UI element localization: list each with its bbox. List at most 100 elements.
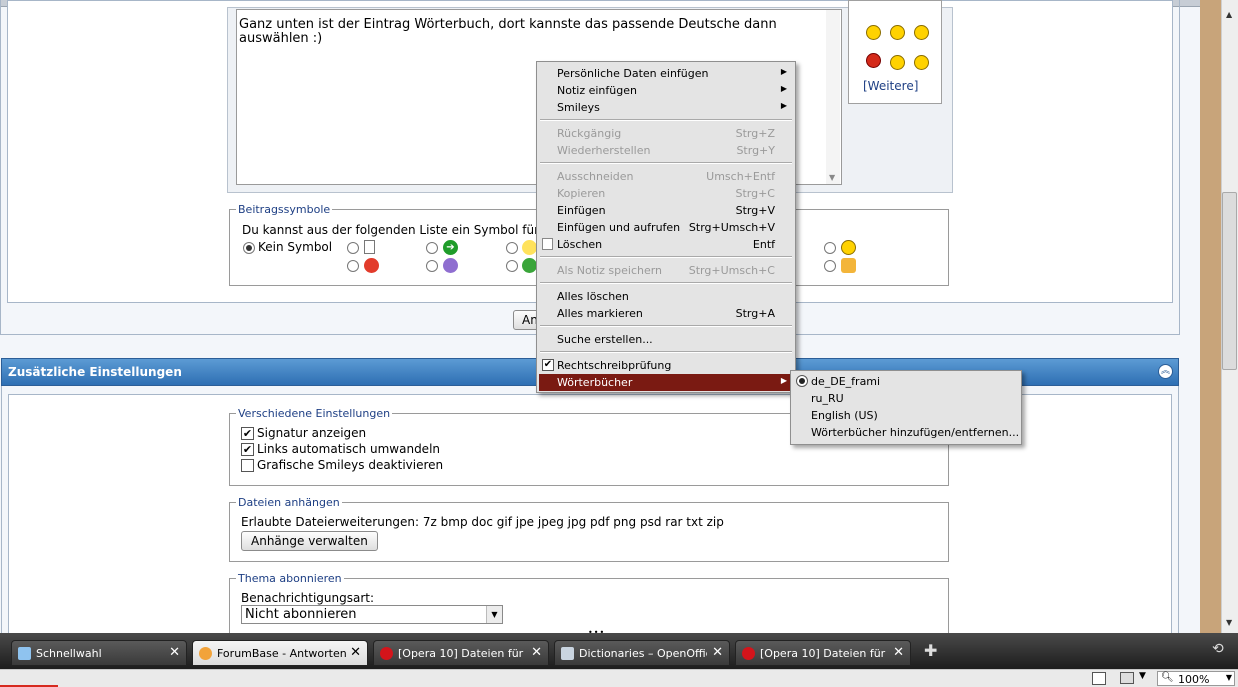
zoom-control[interactable]: 🔍︎ 100% ▼: [1157, 671, 1235, 686]
manage-attachments-label: Anhänge verwalten: [251, 534, 368, 548]
dict-item-label: English (US): [811, 409, 878, 422]
opera-icon: [380, 647, 393, 660]
tab-label: Dictionaries – OpenOffic...: [579, 647, 707, 660]
section-title: Zusätzliche Einstellungen: [8, 365, 182, 379]
cool-smiley-icon[interactable]: [890, 25, 905, 40]
menu-item-select-all[interactable]: Alles markieren Strg+A: [539, 305, 793, 322]
close-icon[interactable]: ✕: [350, 645, 361, 660]
menu-item-spellcheck[interactable]: ✔ Rechtschreibprüfung: [539, 357, 793, 374]
dict-item-ru-ru[interactable]: ru_RU: [793, 390, 1019, 407]
menu-item-paste-and-go[interactable]: Einfügen und aufrufen Strg+Umsch+V: [539, 219, 793, 236]
icon-radio[interactable]: [824, 242, 836, 254]
scroll-down-icon[interactable]: ▼: [829, 173, 835, 182]
close-icon[interactable]: ✕: [712, 645, 723, 660]
menu-separator: [540, 351, 792, 353]
status-bar: ▼ 🔍︎ 100% ▼: [0, 669, 1238, 687]
menu-item-label: Persönliche Daten einfügen: [557, 67, 709, 80]
signature-checkbox[interactable]: ✔: [241, 427, 254, 440]
new-tab-icon[interactable]: ✚: [924, 641, 937, 660]
more-smilies-link[interactable]: [Weitere]: [863, 79, 918, 93]
menu-item-cut[interactable]: Ausschneiden Umsch+Entf: [539, 168, 793, 185]
disable-smilies-checkbox[interactable]: [241, 459, 254, 472]
chevron-down-icon[interactable]: ▼: [1139, 671, 1146, 681]
tab-opera-files-2[interactable]: [Opera 10] Dateien für d... ✕: [735, 640, 911, 666]
tab-opera-files-1[interactable]: [Opera 10] Dateien für d... ✕: [373, 640, 549, 666]
radio-selected-icon: [796, 375, 808, 387]
menu-item-label: Alles markieren: [557, 307, 643, 320]
thumbs-up-icon: [841, 258, 856, 273]
icon-radio[interactable]: [347, 260, 359, 272]
icon-radio[interactable]: [347, 242, 359, 254]
scrollbar-thumb[interactable]: [1222, 192, 1237, 370]
notification-type-value: Nicht abonnieren: [245, 607, 357, 622]
menu-item-dictionaries[interactable]: Wörterbücher ▶: [539, 374, 793, 391]
dict-item-english-us[interactable]: English (US): [793, 407, 1019, 424]
menu-item-personal-data[interactable]: Persönliche Daten einfügen ▶: [539, 65, 793, 82]
surprised-smiley-icon[interactable]: [890, 55, 905, 70]
icon-radio[interactable]: [426, 242, 438, 254]
post-icons-legend: Beitragssymbole: [238, 203, 331, 216]
menu-item-shortcut: Strg+Z: [735, 127, 775, 140]
scroll-down-icon[interactable]: ▼: [1226, 618, 1232, 627]
menu-item-shortcut: Strg+Y: [736, 144, 775, 157]
tab-label: ForumBase - Antworten: [217, 647, 347, 660]
dict-item-de-de-frami[interactable]: de_DE_frami: [793, 373, 1019, 390]
view-icon[interactable]: [1120, 672, 1134, 684]
opera-icon: [742, 647, 755, 660]
close-icon[interactable]: ✕: [893, 645, 904, 660]
close-icon[interactable]: ✕: [531, 645, 542, 660]
menu-item-copy[interactable]: Kopieren Strg+C: [539, 185, 793, 202]
chevron-down-icon[interactable]: ▼: [486, 606, 502, 623]
icon-radio[interactable]: [824, 260, 836, 272]
mad-face-icon: [364, 258, 379, 273]
attachments-legend: Dateien anhängen: [238, 496, 340, 509]
menu-item-label: Alles löschen: [557, 290, 629, 303]
smiley-icon[interactable]: [866, 25, 881, 40]
close-icon[interactable]: ✕: [169, 645, 180, 660]
textarea-scrollbar[interactable]: ▼: [826, 10, 840, 184]
menu-item-undo[interactable]: Rückgängig Strg+Z: [539, 125, 793, 142]
devil-smiley-icon[interactable]: [914, 25, 929, 40]
menu-item-insert-note[interactable]: Notiz einfügen ▶: [539, 82, 793, 99]
icon-radio[interactable]: [426, 260, 438, 272]
angry-smiley-icon[interactable]: [866, 53, 881, 68]
menu-item-create-search[interactable]: Suche erstellen...: [539, 331, 793, 348]
tab-forumbase[interactable]: ForumBase - Antworten ✕: [192, 640, 368, 666]
icon-radio[interactable]: [506, 260, 518, 272]
dict-item-add-remove[interactable]: Wörterbücher hinzufügen/entfernen...: [793, 424, 1019, 441]
icon-radio[interactable]: [506, 242, 518, 254]
closed-tabs-icon[interactable]: ⟲: [1212, 641, 1224, 657]
page-icon[interactable]: [1092, 672, 1106, 685]
menu-item-label: Ausschneiden: [557, 170, 634, 183]
menu-item-clear-all[interactable]: Alles löschen: [539, 288, 793, 305]
collapse-icon[interactable]: ︽: [1158, 364, 1173, 379]
tab-speed-dial[interactable]: Schnellwahl ✕: [11, 640, 187, 666]
menu-item-save-as-note[interactable]: Als Notiz speichern Strg+Umsch+C: [539, 262, 793, 279]
autolink-checkbox[interactable]: ✔: [241, 443, 254, 456]
menu-item-smileys[interactable]: Smileys ▶: [539, 99, 793, 116]
arrow-right-icon: ➔: [443, 240, 458, 255]
menu-separator: [540, 325, 792, 327]
menu-item-delete[interactable]: Löschen Entf: [539, 236, 793, 253]
menu-item-label: Rechtschreibprüfung: [557, 359, 672, 372]
dict-item-label: ru_RU: [811, 392, 844, 405]
menu-item-label: Als Notiz speichern: [557, 264, 663, 277]
tab-dictionaries-openoffice[interactable]: Dictionaries – OpenOffic... ✕: [554, 640, 730, 666]
menu-item-shortcut: Entf: [752, 238, 775, 251]
smilies-box: [Weitere]: [848, 0, 942, 104]
submenu-arrow-icon: ▶: [780, 67, 787, 76]
menu-item-label: Suche erstellen...: [557, 333, 653, 346]
scroll-up-icon[interactable]: ▲: [1226, 10, 1232, 19]
notification-type-select[interactable]: Nicht abonnieren ▼: [241, 605, 503, 624]
menu-item-shortcut: Umsch+Entf: [706, 170, 775, 183]
menu-item-paste[interactable]: Einfügen Strg+V: [539, 202, 793, 219]
subscribe-legend: Thema abonnieren: [238, 572, 342, 585]
menu-item-redo[interactable]: Wiederherstellen Strg+Y: [539, 142, 793, 159]
menu-item-label: Löschen: [557, 238, 603, 251]
eek-smiley-icon[interactable]: [914, 55, 929, 70]
manage-attachments-button[interactable]: Anhänge verwalten: [241, 531, 378, 551]
menu-item-label: Smileys: [557, 101, 600, 114]
grin-face-icon: [522, 258, 537, 273]
chevron-down-icon[interactable]: ▼: [1226, 673, 1232, 682]
no-icon-radio[interactable]: [243, 242, 255, 254]
